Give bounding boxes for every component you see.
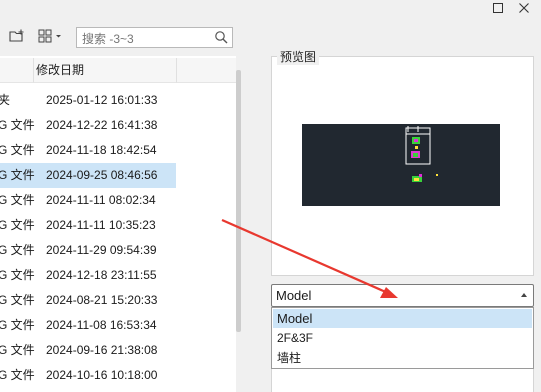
- lower-panel: [271, 369, 534, 392]
- file-date: 2024-12-22 16:41:38: [46, 118, 158, 132]
- file-row[interactable]: G 文件 2024-09-16 21:38:08: [0, 338, 176, 363]
- file-row[interactable]: G 文件 2024-11-11 08:02:34: [0, 188, 176, 213]
- file-type: G 文件: [0, 118, 35, 132]
- layout-select[interactable]: Model: [271, 284, 534, 307]
- file-date: 2024-11-29 09:54:39: [46, 243, 157, 257]
- file-type: G 文件: [0, 368, 35, 382]
- file-date: 2024-09-25 08:46:56: [46, 168, 158, 182]
- layout-option[interactable]: 墙柱: [273, 349, 532, 368]
- column-header-type[interactable]: [0, 58, 34, 83]
- file-date: 2024-08-21 15:20:33: [46, 293, 158, 307]
- layout-dropdown-list[interactable]: Model 2F&3F 墙柱: [271, 307, 534, 369]
- file-date: 2025-01-12 16:01:33: [46, 93, 158, 107]
- search-icon[interactable]: [214, 30, 229, 45]
- file-type: G 文件: [0, 193, 35, 207]
- file-row[interactable]: G 文件 2024-11-08 16:53:34: [0, 313, 176, 338]
- file-date: 2024-09-16 21:38:08: [46, 343, 158, 357]
- maximize-icon[interactable]: [488, 0, 508, 16]
- search-input[interactable]: [80, 30, 212, 47]
- list-scrollbar-thumb[interactable]: [236, 70, 241, 332]
- grid-view-icon[interactable]: [36, 28, 66, 48]
- file-row[interactable]: G 文件 2024-12-18 23:11:55: [0, 263, 176, 288]
- preview-image: [302, 124, 500, 206]
- file-date: 2024-12-18 23:11:55: [46, 268, 157, 282]
- file-row[interactable]: G 文件 2024-12-22 16:41:38: [0, 113, 176, 138]
- search-box[interactable]: [76, 27, 233, 48]
- close-icon[interactable]: [514, 0, 534, 16]
- file-type: G 文件: [0, 293, 35, 307]
- file-row[interactable]: G 文件 2024-10-16 10:18:00: [0, 363, 176, 388]
- column-header-date-label: 修改日期: [36, 63, 85, 77]
- file-type: 夹: [0, 93, 11, 107]
- dropdown-arrow-icon[interactable]: [521, 293, 527, 297]
- new-folder-icon[interactable]: [6, 28, 28, 48]
- layout-select-value: Model: [276, 288, 312, 303]
- file-type: G 文件: [0, 168, 35, 182]
- file-row[interactable]: G 文件 2024-08-21 15:20:33: [0, 288, 176, 313]
- preview-label: 预览图: [277, 48, 320, 65]
- file-row[interactable]: G 文件 2024-11-18 18:42:54: [0, 138, 176, 163]
- file-list[interactable]: 修改日期 夹 2025-01-12 16:01:33 G 文件 2024-12-22 …: [0, 56, 236, 392]
- file-type: G 文件: [0, 343, 35, 357]
- file-row[interactable]: 夹 2025-01-12 16:01:33: [0, 88, 176, 113]
- file-type: G 文件: [0, 243, 35, 257]
- layout-option[interactable]: Model: [273, 309, 532, 328]
- file-type: G 文件: [0, 218, 35, 232]
- file-row[interactable]: G 文件 2024-09-25 08:46:56: [0, 163, 176, 188]
- file-type: G 文件: [0, 143, 35, 157]
- file-date: 2024-11-11 08:02:34: [46, 193, 156, 207]
- file-date: 2024-11-18 18:42:54: [46, 143, 157, 157]
- file-type: G 文件: [0, 318, 35, 332]
- file-row[interactable]: G 文件 2024-11-11 10:35:23: [0, 213, 176, 238]
- file-date: 2024-11-11 10:35:23: [46, 218, 156, 232]
- column-header-date[interactable]: 修改日期: [34, 58, 177, 83]
- file-row[interactable]: G 文件 2024-11-29 09:54:39: [0, 238, 176, 263]
- file-type: G 文件: [0, 268, 35, 282]
- column-header-blank: [177, 58, 236, 83]
- file-date: 2024-11-08 16:53:34: [46, 318, 157, 332]
- layout-option[interactable]: 2F&3F: [273, 329, 532, 348]
- file-date: 2024-10-16 10:18:00: [46, 368, 158, 382]
